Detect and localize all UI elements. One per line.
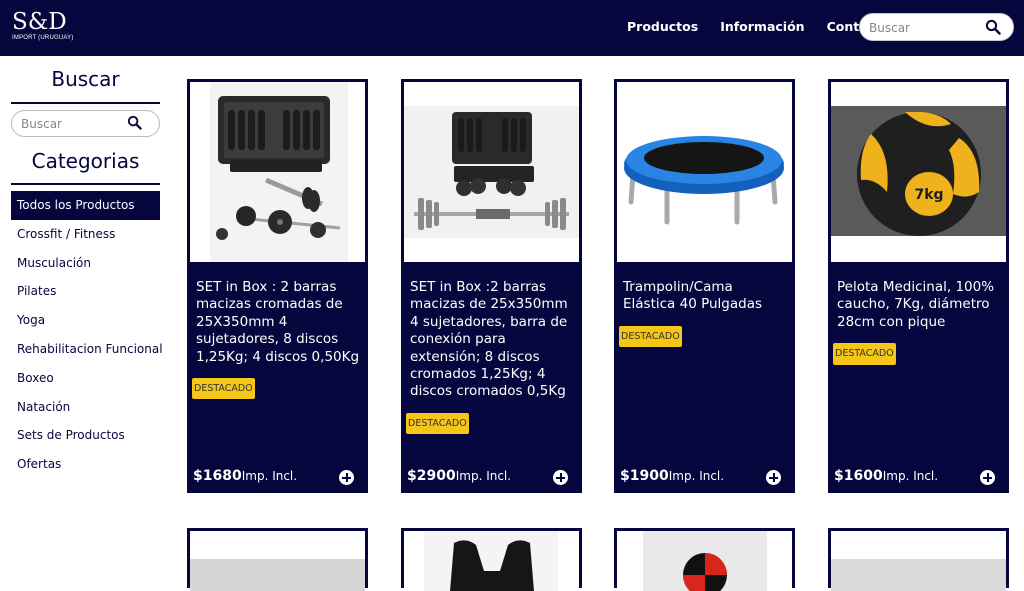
- product-name[interactable]: Trampolin/Cama Elástica 40 Pulgadas DEST…: [619, 279, 789, 348]
- product-card[interactable]: [187, 528, 368, 591]
- header-search-input[interactable]: [869, 18, 979, 38]
- featured-badge: DESTACADO: [406, 412, 469, 435]
- nav-informacion[interactable]: Información: [720, 19, 804, 34]
- featured-badge: DESTACADO: [192, 378, 255, 400]
- price-value: $2900: [407, 468, 456, 484]
- category-todos-los-productos[interactable]: Todos los Productos: [11, 191, 160, 220]
- product-price: $1680Imp. Incl.: [193, 468, 297, 484]
- category-rehabilitacion-funcional[interactable]: Rehabilitacion Funcional: [11, 335, 163, 364]
- price-value: $1900: [620, 468, 669, 484]
- product-image-dumbbell-case[interactable]: [190, 82, 365, 262]
- product-name[interactable]: Pelota Medicinal, 100% caucho, 7Kg, diám…: [833, 279, 1003, 365]
- product-image-trampoline[interactable]: [617, 82, 792, 262]
- category-sets-de-productos[interactable]: Sets de Productos: [11, 421, 160, 450]
- category-crossfit-fitness[interactable]: Crossfit / Fitness: [11, 220, 160, 249]
- product-image[interactable]: [831, 531, 1006, 591]
- site-logo[interactable]: S&D IMPORT (URUGUAY): [12, 10, 74, 42]
- category-list: Todos los Productos Crossfit / Fitness M…: [11, 191, 163, 479]
- category-musculacion[interactable]: Musculación: [11, 249, 160, 278]
- sidebar-search-title: Buscar: [51, 67, 120, 91]
- sidebar-search-input[interactable]: [21, 115, 121, 133]
- category-pilates[interactable]: Pilates: [11, 277, 160, 306]
- price-suffix: Imp. Incl.: [882, 469, 939, 483]
- product-card[interactable]: [401, 528, 582, 591]
- category-ofertas[interactable]: Ofertas: [11, 450, 160, 479]
- category-boxeo[interactable]: Boxeo: [11, 364, 160, 393]
- product-image-medicine-ball[interactable]: 7kg: [831, 82, 1006, 262]
- add-to-cart-icon[interactable]: [766, 470, 781, 485]
- svg-text:7kg: 7kg: [914, 187, 943, 203]
- product-image[interactable]: [404, 531, 579, 591]
- featured-badge: DESTACADO: [833, 343, 896, 365]
- price-suffix: Imp. Incl.: [455, 469, 512, 483]
- price-value: $1680: [193, 468, 242, 484]
- product-name[interactable]: SET in Box : 2 barras macizas cromadas d…: [192, 279, 362, 400]
- categories-title: Categorias: [31, 149, 140, 173]
- add-to-cart-icon[interactable]: [980, 470, 995, 485]
- sidebar-divider: [11, 102, 160, 104]
- category-yoga[interactable]: Yoga: [11, 306, 160, 335]
- product-card[interactable]: SET in Box :2 barras macizas de 25x350mm…: [401, 79, 582, 493]
- product-card[interactable]: Trampolin/Cama Elástica 40 Pulgadas DEST…: [614, 79, 795, 493]
- product-image[interactable]: [190, 531, 365, 591]
- product-image-dumbbell-set[interactable]: [404, 82, 579, 262]
- featured-badge: DESTACADO: [619, 325, 682, 348]
- nav-productos[interactable]: Productos: [627, 19, 698, 34]
- product-name-text: Pelota Medicinal, 100% caucho, 7Kg, diám…: [837, 279, 995, 330]
- add-to-cart-icon[interactable]: [339, 470, 354, 485]
- sidebar-search-box: [11, 110, 160, 137]
- product-name-text: SET in Box : 2 barras macizas cromadas d…: [196, 279, 360, 365]
- product-image[interactable]: [617, 531, 792, 591]
- logo-sub-text: IMPORT (URUGUAY): [12, 35, 74, 41]
- product-card[interactable]: [828, 528, 1009, 591]
- product-card[interactable]: [614, 528, 795, 591]
- product-name-text: Trampolin/Cama Elástica 40 Pulgadas: [623, 279, 763, 313]
- price-value: $1600: [834, 468, 883, 484]
- sidebar-divider: [11, 183, 160, 185]
- product-name[interactable]: SET in Box :2 barras macizas de 25x350mm…: [406, 279, 576, 435]
- search-icon[interactable]: [127, 115, 142, 134]
- product-price: $2900Imp. Incl.: [407, 468, 511, 484]
- product-price: $1600Imp. Incl.: [834, 468, 938, 484]
- product-card[interactable]: 7kg Pelota Medicinal, 100% caucho, 7Kg, …: [828, 79, 1009, 493]
- logo-main-text: S&D: [12, 9, 67, 35]
- product-price: $1900Imp. Incl.: [620, 468, 724, 484]
- category-natacion[interactable]: Natación: [11, 393, 160, 422]
- product-card[interactable]: SET in Box : 2 barras macizas cromadas d…: [187, 79, 368, 493]
- price-suffix: Imp. Incl.: [241, 469, 298, 483]
- add-to-cart-icon[interactable]: [553, 470, 568, 485]
- site-header: S&D IMPORT (URUGUAY) Productos Informaci…: [0, 0, 1024, 56]
- search-icon[interactable]: [985, 19, 1001, 39]
- header-search-box: [859, 13, 1014, 41]
- product-name-text: SET in Box :2 barras macizas de 25x350mm…: [410, 279, 568, 400]
- price-suffix: Imp. Incl.: [668, 469, 725, 483]
